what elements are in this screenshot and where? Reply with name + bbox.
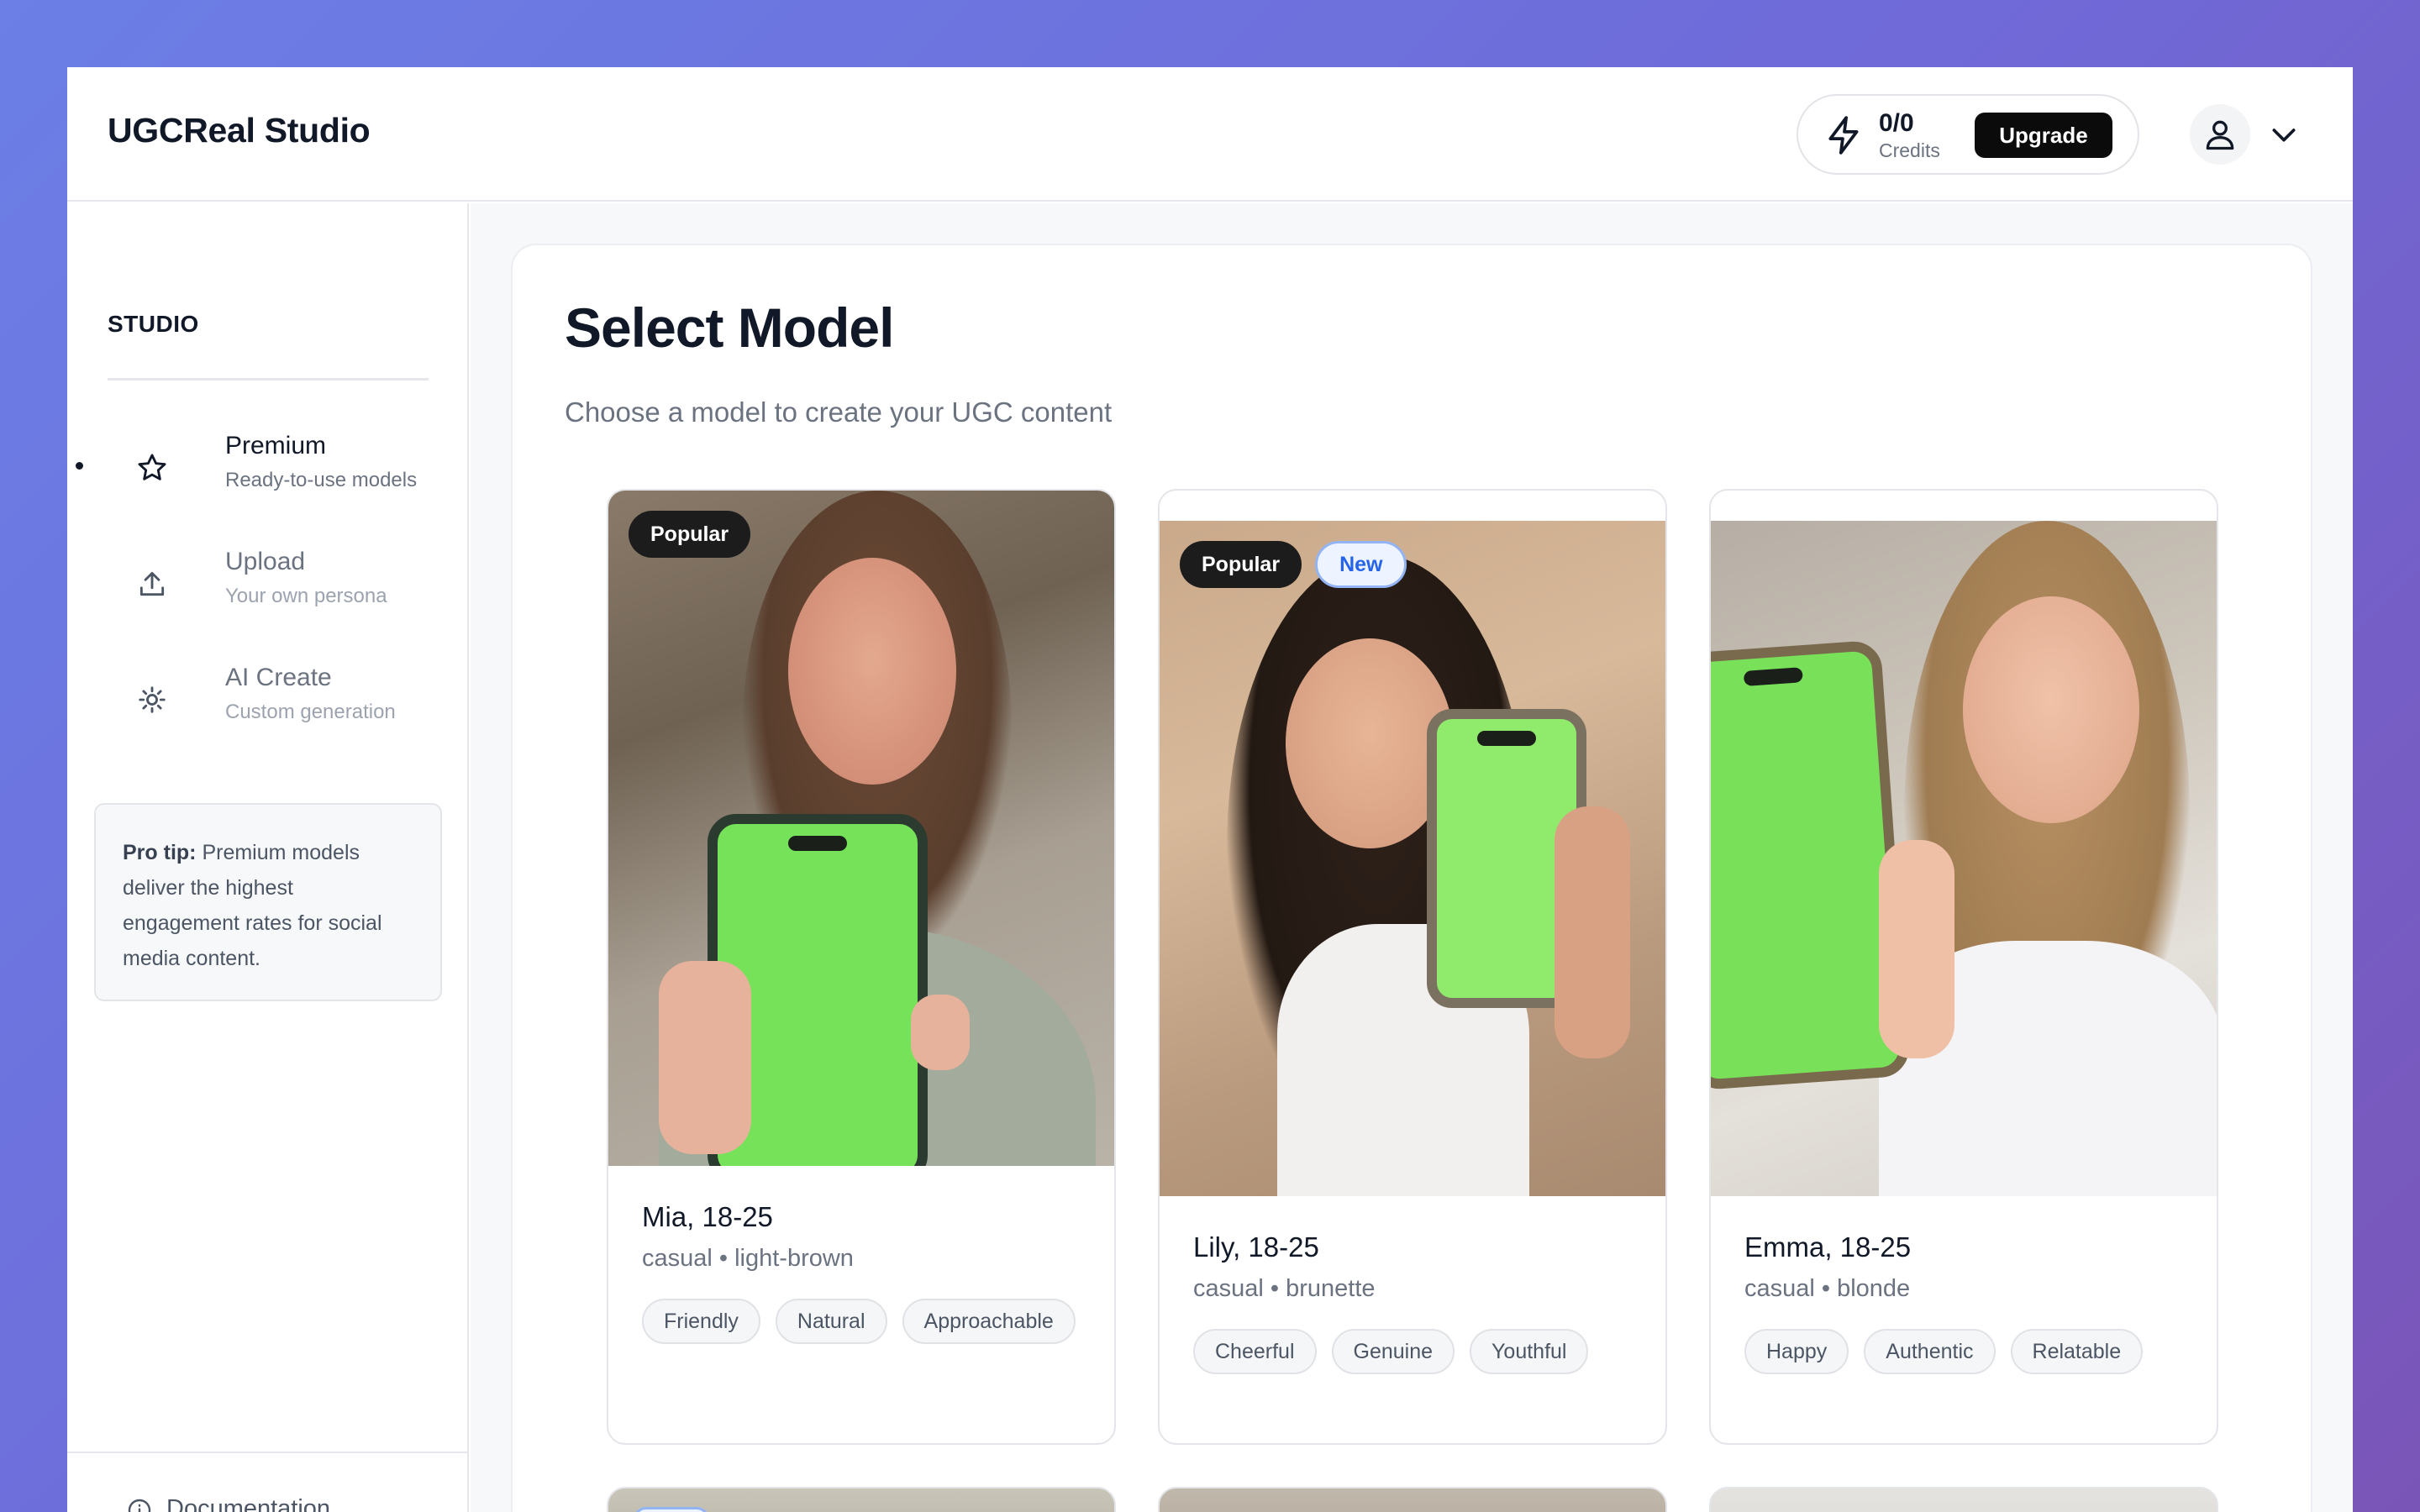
- bolt-icon: [1828, 116, 1859, 155]
- model-card[interactable]: Emma, 18-25 casual • blonde Happy Authen…: [1709, 489, 2218, 1445]
- model-card[interactable]: Popular Mia, 18-25 casual • light-brown …: [607, 489, 1116, 1445]
- sidebar-item-upload[interactable]: Upload Your own persona: [118, 548, 437, 640]
- tag: Youthful: [1470, 1329, 1589, 1374]
- documentation-label: Documentation: [166, 1495, 331, 1512]
- tag-list: Friendly Natural Approachable: [642, 1299, 1096, 1344]
- tag: Happy: [1744, 1329, 1849, 1374]
- popular-badge: Popular: [1180, 541, 1302, 588]
- model-name: Mia, 18-25: [642, 1201, 773, 1232]
- star-icon: [138, 454, 166, 480]
- new-badge: New: [1315, 541, 1407, 588]
- model-meta: casual • brunette: [1193, 1275, 1376, 1302]
- pro-tip-box: Pro tip: Premium models deliver the high…: [94, 803, 442, 1001]
- model-photo: [1711, 521, 2217, 1196]
- tag: Approachable: [902, 1299, 1076, 1344]
- sidebar-item-premium[interactable]: Premium Ready-to-use models: [118, 432, 437, 524]
- user-avatar[interactable]: [2190, 104, 2250, 165]
- upload-icon: [139, 571, 165, 596]
- sidebar-item-label: Premium: [225, 432, 327, 459]
- upgrade-button[interactable]: Upgrade: [1975, 113, 2112, 158]
- info-icon: [128, 1499, 151, 1512]
- sidebar-section-title: STUDIO: [108, 311, 199, 337]
- model-meta: casual • blonde: [1744, 1275, 1911, 1302]
- app-window: UGCReal Studio 0/0 Credits Upgrade STUDI…: [67, 67, 2353, 1512]
- sidebar-item-sub: Ready-to-use models: [225, 469, 418, 491]
- tag-list: Happy Authentic Relatable: [1744, 1329, 2198, 1374]
- sidebar-item-sub: Custom generation: [225, 701, 396, 723]
- sidebar-divider: [108, 378, 429, 381]
- sparkle-icon: [139, 686, 166, 713]
- tag: Friendly: [642, 1299, 760, 1344]
- model-name: Lily, 18-25: [1193, 1231, 1319, 1263]
- model-card-peek[interactable]: [1709, 1487, 2218, 1512]
- model-photo: Popular: [608, 491, 1114, 1166]
- tag: Natural: [775, 1299, 887, 1344]
- badge-group: Popular: [629, 511, 751, 558]
- user-icon: [2206, 120, 2234, 150]
- tag: Cheerful: [1193, 1329, 1317, 1374]
- sidebar-item-sub: Your own persona: [225, 585, 387, 607]
- credits-label: Credits: [1879, 139, 1940, 161]
- pro-tip-prefix: Pro tip:: [123, 841, 197, 864]
- page-subtitle: Choose a model to create your UGC conten…: [565, 396, 1113, 428]
- sidebar-item-label: Upload: [225, 548, 306, 575]
- sidebar-item-label: AI Create: [225, 664, 332, 691]
- badge-peek: [634, 1507, 709, 1512]
- popular-badge: Popular: [629, 511, 751, 558]
- tag: Genuine: [1331, 1329, 1455, 1374]
- credits-count: 0/0: [1879, 109, 1914, 137]
- tag: Authentic: [1864, 1329, 1996, 1374]
- tag: Relatable: [2010, 1329, 2144, 1374]
- model-photo: Popular New: [1160, 521, 1665, 1196]
- app-title: UGCReal Studio: [108, 111, 371, 150]
- active-indicator: [76, 462, 83, 470]
- tag-list: Cheerful Genuine Youthful: [1193, 1329, 1647, 1374]
- sidebar: STUDIO Premium Ready-to-use models Uploa…: [67, 203, 469, 1512]
- model-selection-panel: Select Model Choose a model to create yo…: [511, 244, 2312, 1512]
- model-card[interactable]: Popular New Lily, 18-25 casual • brunett…: [1158, 489, 1667, 1445]
- model-name: Emma, 18-25: [1744, 1231, 1912, 1263]
- page-title: Select Model: [565, 297, 894, 359]
- chevron-down-icon[interactable]: [2267, 118, 2301, 151]
- main-content: Select Model Choose a model to create yo…: [471, 203, 2353, 1512]
- model-card-peek[interactable]: [1158, 1487, 1667, 1512]
- model-card-peek[interactable]: [607, 1487, 1116, 1512]
- credits-widget: 0/0 Credits Upgrade: [1797, 94, 2139, 175]
- model-meta: casual • light-brown: [642, 1245, 854, 1272]
- sidebar-item-ai-create[interactable]: AI Create Custom generation: [118, 664, 437, 756]
- top-header: UGCReal Studio 0/0 Credits Upgrade: [67, 67, 2353, 202]
- badge-group: Popular New: [1180, 541, 1407, 588]
